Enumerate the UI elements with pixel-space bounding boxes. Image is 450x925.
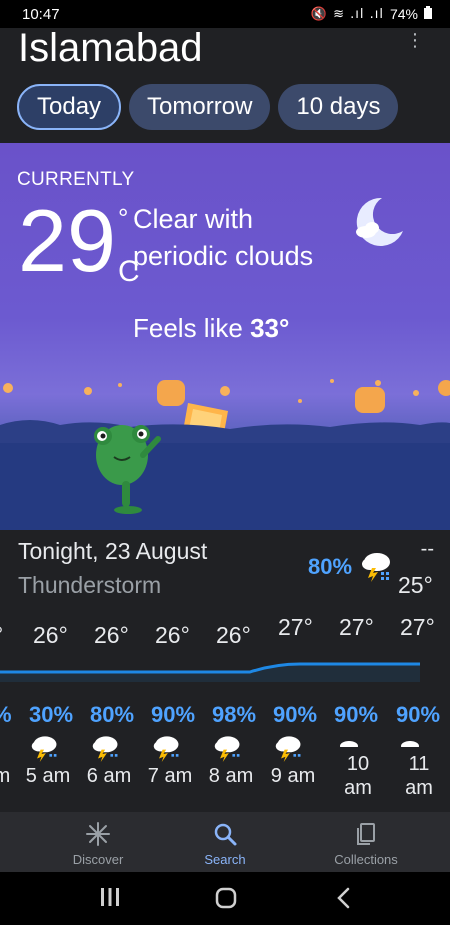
status-time: 10:47 [22,5,60,23]
thunderstorm-icon [213,732,243,767]
hourly-temp: 27° [278,614,313,640]
temperature-trend-line [0,652,450,687]
thunderstorm-icon [152,732,182,767]
tab-today[interactable]: Today [17,84,122,130]
battery-icon [424,6,432,22]
nav-collections-label: Collections [334,852,398,867]
battery-level: 74% [389,6,418,22]
nav-search[interactable]: Search [165,820,285,867]
thunderstorm-icon [30,732,60,767]
hourly-time: 10 am [344,753,372,799]
weather-header: Islamabad ⋮ Today Tomorrow 10 days [0,26,450,143]
feels-like-label: Feels like [133,313,243,343]
hourly-precip: 80% [90,702,135,727]
tonight-high: -- [420,538,434,560]
hourly-time: 11 am [405,753,433,799]
tonight-title: Tonight, 23 August [18,538,208,564]
tonight-forecast-section: Tonight, 23 August Thunderstorm -- 80% 2… [0,530,450,812]
feels-like: Feels like 33° [133,313,289,344]
thunderstorm-icon [360,548,394,587]
thunderstorm-icon [340,734,358,752]
asterisk-icon [86,822,110,846]
thunderstorm-icon [401,734,419,752]
more-options-icon[interactable]: ⋮ [406,30,424,51]
hourly-temp: 27° [400,614,435,640]
hourly-temp: 26° [33,622,68,648]
moon-cloud-icon [352,195,406,254]
hourly-time: 6 am [86,765,132,787]
thunderstorm-icon [274,732,304,767]
degree-symbol: ° [118,203,129,233]
tonight-low: 25° [398,572,433,598]
hourly-time: 9 am [270,765,316,787]
tab-10-days[interactable]: 10 days [278,84,399,130]
hourly-time: m [0,765,11,787]
hourly-temp: 27° [339,614,374,640]
home-icon[interactable] [214,886,238,915]
feels-like-value: 33° [250,313,290,343]
hourly-temp: ° [0,622,3,649]
hourly-precip: 98% [212,702,257,727]
tab-tomorrow[interactable]: Tomorrow [129,84,271,130]
status-bar: 10:47 🔇 ≋ .ıl .ıl 74% [0,0,450,28]
nav-collections[interactable]: Collections [306,820,426,867]
tonight-precip: 80% [308,554,353,579]
hourly-temp: 26° [216,622,251,648]
collections-icon [357,823,375,845]
frog-lantern-illustration [0,363,450,530]
recent-apps-icon[interactable] [100,886,120,913]
hourly-time: 8 am [208,765,254,787]
nav-search-label: Search [204,852,246,867]
current-conditions-card: CURRENTLY 29 ° C Clear with periodic clo… [0,143,450,530]
hourly-time: 7 am [147,765,193,787]
system-navigation-bar [0,872,450,925]
status-indicators: 🔇 ≋ .ıl .ıl 74% [311,6,432,22]
signal-icons: 🔇 ≋ .ıl .ıl [310,6,384,22]
current-temperature: 29 [18,191,116,290]
current-condition: Clear with periodic clouds [133,204,314,271]
hourly-precip: 90% [334,702,379,727]
hourly-time: 5 am [25,765,71,787]
currently-heading: CURRENTLY [17,169,135,190]
hourly-temp: 26° [94,622,129,648]
hourly-precip: 30% [29,702,74,727]
hourly-temp: 26° [155,622,190,648]
nav-discover-label: Discover [72,852,124,867]
thunderstorm-icon [91,732,121,767]
hourly-precip: % [0,702,12,728]
hourly-precip: 90% [273,702,318,727]
back-icon[interactable] [334,886,354,915]
bottom-navigation: Discover Search Collections [0,812,450,872]
forecast-tabs: Today Tomorrow 10 days [17,84,399,130]
city-name: Islamabad [18,26,203,70]
tonight-condition: Thunderstorm [18,572,162,598]
hourly-precip: 90% [396,702,441,727]
hourly-precip: 90% [151,702,196,727]
nav-discover[interactable]: Discover [38,820,158,867]
search-icon [214,823,237,846]
